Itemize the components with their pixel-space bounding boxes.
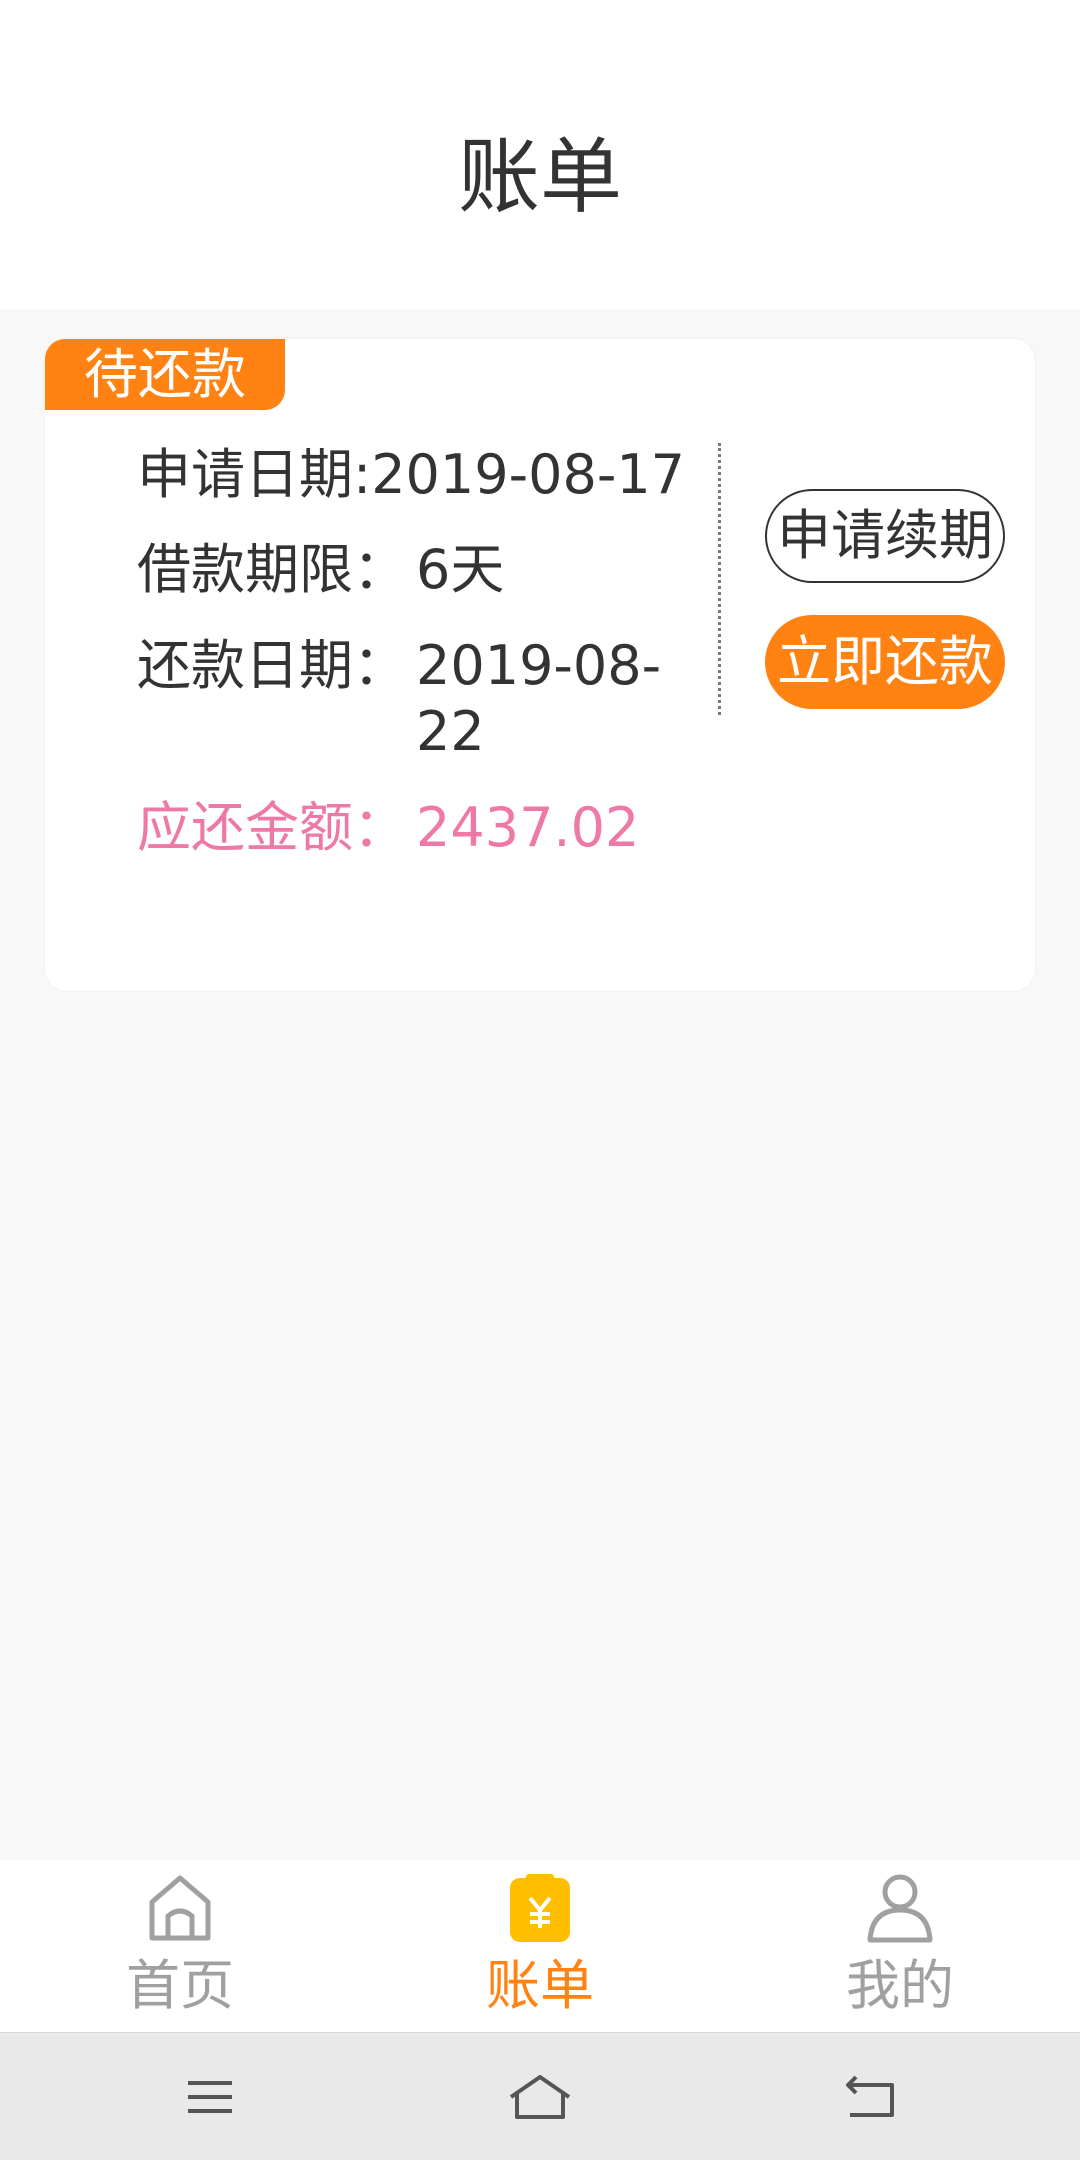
home-nav-icon[interactable] xyxy=(505,2067,575,2127)
header: 账单 xyxy=(0,0,1080,309)
tab-home[interactable]: 首页 xyxy=(0,1860,360,2032)
menu-icon[interactable] xyxy=(180,2067,240,2127)
apply-date-label: 申请日期: xyxy=(137,443,372,506)
back-icon[interactable] xyxy=(840,2067,900,2127)
tab-bill[interactable]: 账单 xyxy=(360,1860,720,2032)
apply-date-row: 申请日期:2019-08-17 xyxy=(137,442,685,508)
tab-bill-label: 账单 xyxy=(486,1954,594,2017)
page-title: 账单 xyxy=(457,130,622,225)
tab-home-label: 首页 xyxy=(126,1954,234,2017)
repay-date-value-line2: 22 xyxy=(416,700,485,763)
status-badge: 待还款 xyxy=(45,339,285,410)
loan-term-label: 借款期限： xyxy=(137,538,407,601)
bill-icon xyxy=(510,1874,570,1942)
amount-value: 2437.02 xyxy=(416,796,640,859)
profile-icon xyxy=(867,1874,933,1943)
bill-card: 待还款 申请日期:2019-08-17 借款期限： 6天 还款日期： 2019-… xyxy=(45,339,1035,991)
amount-label: 应还金额： xyxy=(137,796,407,859)
tab-profile[interactable]: 我的 xyxy=(720,1860,1080,2032)
home-icon xyxy=(149,1875,211,1941)
apply-date-value: 2019-08-17 xyxy=(371,443,686,506)
bottom-tab-bar: 首页 账单 我的 xyxy=(0,1860,1080,2032)
vertical-divider xyxy=(718,443,721,715)
repay-date-label: 还款日期： xyxy=(137,634,407,697)
loan-term-value: 6天 xyxy=(416,538,505,601)
tab-profile-label: 我的 xyxy=(846,1954,954,2017)
repay-now-button[interactable]: 立即还款 xyxy=(765,615,1005,709)
repay-date-value-line1: 2019-08- xyxy=(416,634,662,697)
system-nav-bar xyxy=(0,2032,1080,2160)
apply-renewal-button[interactable]: 申请续期 xyxy=(765,489,1005,583)
